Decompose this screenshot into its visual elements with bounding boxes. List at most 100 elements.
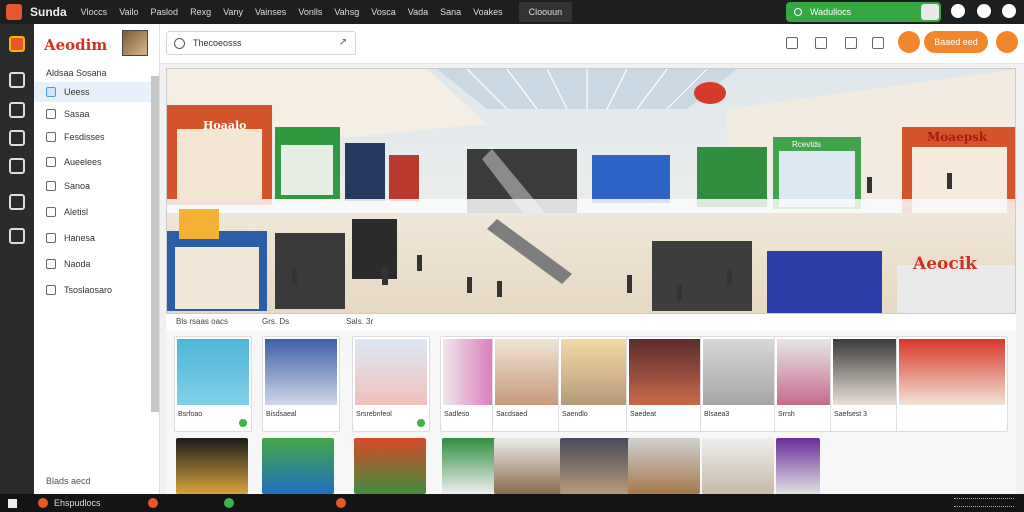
asset-card[interactable]: Blsaea3: [700, 336, 778, 432]
filter-label[interactable]: Bls rsaas oacs: [176, 317, 228, 326]
asset-label: Srrsh: [778, 411, 795, 418]
search-input[interactable]: Thecoeosss ↗: [166, 31, 356, 55]
asset-card[interactable]: Srsrebnfeol: [352, 336, 430, 432]
sidebar-item-label: Tsoslaosaro: [64, 285, 113, 295]
media-icon[interactable]: [9, 158, 25, 174]
asset-card[interactable]: [896, 336, 1008, 432]
notifications-icon[interactable]: [977, 4, 991, 18]
menu-item[interactable]: Vloccs: [81, 7, 108, 17]
asset-card[interactable]: Saedeat: [626, 336, 704, 432]
sidebar-item[interactable]: Fesdisses: [34, 127, 152, 147]
share-icon[interactable]: [845, 37, 857, 49]
global-search-pill[interactable]: Wadullocs: [786, 2, 941, 22]
sidebar-item-label: Naoda: [64, 259, 91, 269]
help-icon[interactable]: [951, 4, 965, 18]
grid-icon: [46, 157, 56, 167]
search-clear-button[interactable]: [921, 4, 939, 20]
store-sign: Aeocik: [912, 254, 978, 274]
sync-icon: [46, 259, 56, 269]
menu-item-active[interactable]: Cloouun: [518, 2, 573, 22]
more-button[interactable]: [996, 31, 1018, 53]
asset-label: Saedeat: [630, 411, 657, 418]
asset-thumbnail: [355, 339, 427, 405]
tools-icon[interactable]: [9, 228, 25, 244]
filter-sort[interactable]: Sals. 3r: [346, 317, 373, 326]
app-icon: [224, 498, 234, 508]
asset-label: Blsaea3: [704, 411, 730, 418]
asset-thumbnail[interactable]: [560, 438, 632, 494]
check-icon: [239, 419, 247, 427]
sidebar-item[interactable]: Sasaa: [34, 104, 152, 124]
sidebar-item[interactable]: Tsoslaosaro: [34, 280, 152, 300]
home-icon[interactable]: [9, 36, 25, 52]
sidebar-item[interactable]: Sanoa: [34, 176, 152, 196]
menu-item[interactable]: Rexg: [190, 7, 211, 17]
home-icon: [46, 285, 56, 295]
asset-grid: Bsrfoao Bisdsaeal Srsrebnfeol Sadleso Sa…: [166, 330, 1016, 494]
menu-item[interactable]: Vainses: [255, 7, 286, 17]
app-logo-icon: [6, 4, 22, 20]
asset-thumbnail[interactable]: [776, 438, 820, 494]
menu-item[interactable]: Vany: [223, 7, 243, 17]
sidebar-item[interactable]: Aletisl: [34, 202, 152, 222]
sidebar-item[interactable]: Ueess: [34, 82, 152, 102]
gallery-icon[interactable]: [9, 102, 25, 118]
taskbar-app[interactable]: Ehspudlocs: [38, 496, 101, 510]
menu-item[interactable]: Vailo: [119, 7, 138, 17]
app-icon: [38, 498, 48, 508]
menu-item[interactable]: Vahsg: [334, 7, 359, 17]
asset-thumbnail[interactable]: [354, 438, 426, 494]
taskbar: Ehspudlocs: [0, 494, 1024, 512]
taskbar-app[interactable]: [224, 496, 240, 510]
taskbar-app[interactable]: [148, 496, 164, 510]
chat-icon[interactable]: [9, 72, 25, 88]
menu-item[interactable]: Vada: [408, 7, 428, 17]
asset-card[interactable]: Bsrfoao: [174, 336, 252, 432]
primary-action-button[interactable]: Baaed eed: [924, 31, 988, 53]
asset-thumbnail: [561, 339, 633, 405]
project-thumbnail[interactable]: [122, 30, 148, 56]
app-icon: [336, 498, 346, 508]
asset-thumbnail[interactable]: [262, 438, 334, 494]
menu-item[interactable]: Sana: [440, 7, 461, 17]
filter-bar: Bls rsaas oacs Grs. Ds Sals. 3r: [166, 314, 1016, 330]
square-icon[interactable]: [786, 37, 798, 49]
sidebar-item[interactable]: Naoda: [34, 254, 152, 274]
asset-label: Srsrebnfeol: [356, 411, 392, 418]
grid-icon: [46, 233, 56, 243]
sidebar-logo: Aeodim: [44, 36, 108, 54]
support-icon[interactable]: [9, 194, 25, 210]
sidebar-scrollbar[interactable]: [151, 76, 159, 412]
menu-item[interactable]: Voakes: [473, 7, 503, 17]
sidebar-item[interactable]: Hanesa: [34, 228, 152, 248]
folder-icon: [46, 109, 56, 119]
asset-thumbnail[interactable]: [702, 438, 774, 494]
asset-thumbnail[interactable]: [628, 438, 700, 494]
menu-item[interactable]: Paslod: [151, 7, 179, 17]
asset-thumbnail[interactable]: [494, 438, 566, 494]
copy-icon[interactable]: [815, 37, 827, 49]
system-tray[interactable]: [954, 498, 1014, 507]
asset-thumbnail: [495, 339, 567, 405]
sidebar-item[interactable]: Aueelees: [34, 152, 152, 172]
filter-chip[interactable]: Grs. Ds: [262, 317, 289, 326]
profile-icon[interactable]: [1002, 4, 1016, 18]
asset-card[interactable]: Bisdsaeal: [262, 336, 340, 432]
menu-item[interactable]: Vosca: [371, 7, 396, 17]
taskbar-app[interactable]: [336, 496, 352, 510]
hero-image[interactable]: Hoaalo Moaepsk Aeocik Rcevtds: [166, 68, 1016, 314]
asset-thumbnail: [833, 339, 905, 405]
asset-card[interactable]: Saendlo: [558, 336, 636, 432]
chevron-up-icon[interactable]: ↗: [339, 37, 347, 48]
pen-icon[interactable]: [9, 130, 25, 146]
settings-button[interactable]: [898, 31, 920, 53]
grid-icon: [46, 181, 56, 191]
menu-item[interactable]: Vonlls: [298, 7, 322, 17]
start-icon[interactable]: [8, 499, 17, 508]
shield-icon[interactable]: [872, 37, 884, 49]
sidebar: Aeodim Aldsaa Sosana Ueess Sasaa Fesdiss…: [34, 24, 160, 494]
store-sign: Rcevtds: [792, 140, 821, 149]
sidebar-footer: Blads aecd: [46, 476, 91, 486]
asset-label: Bisdsaeal: [266, 411, 297, 418]
asset-thumbnail[interactable]: [176, 438, 248, 494]
